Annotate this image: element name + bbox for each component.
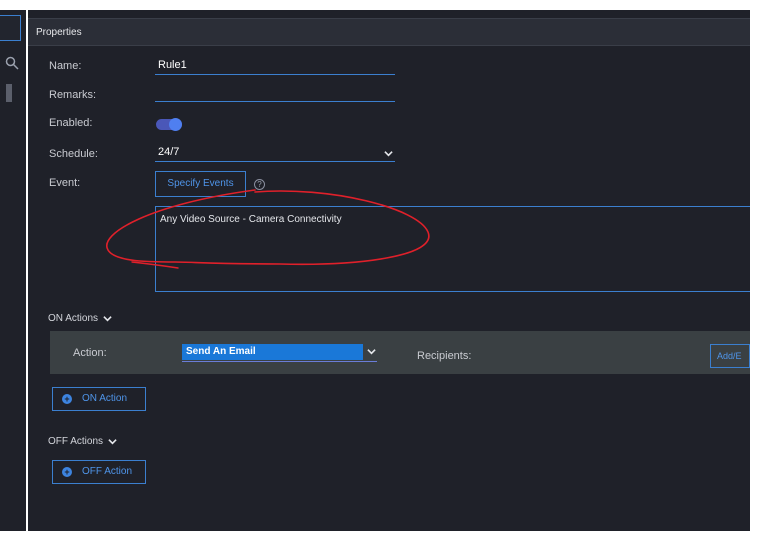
plus-circle-icon: +	[62, 467, 72, 477]
schedule-label: Schedule:	[49, 148, 98, 160]
plus-circle-icon: +	[62, 394, 72, 404]
on-action-row	[50, 331, 750, 374]
event-label: Event:	[49, 177, 81, 189]
event-list-item[interactable]: Any Video Source - Camera Connectivity	[160, 214, 342, 225]
name-label: Name:	[49, 60, 82, 72]
event-list[interactable]: Any Video Source - Camera Connectivity	[155, 206, 750, 292]
top-edge	[0, 0, 769, 10]
add-off-action-button[interactable]: + OFF Action	[52, 460, 146, 484]
help-icon[interactable]: ?	[254, 179, 265, 190]
search-icon[interactable]	[5, 56, 21, 72]
recipients-label: Recipients:	[417, 350, 472, 362]
schedule-value: 24/7	[158, 146, 180, 158]
specify-events-button[interactable]: Specify Events	[155, 171, 246, 197]
add-recipient-button[interactable]: Add/E	[710, 344, 750, 368]
off-actions-title: OFF Actions	[48, 436, 104, 447]
name-value: Rule1	[158, 59, 187, 71]
action-select-value: Send An Email	[186, 346, 256, 357]
left-sidebar	[0, 10, 26, 531]
chevron-down-icon	[384, 151, 393, 157]
action-select[interactable]: Send An Email	[182, 344, 377, 362]
remarks-label: Remarks:	[49, 89, 97, 101]
chevron-down-icon	[103, 315, 112, 322]
toggle-knob	[169, 118, 182, 131]
action-select-highlight: Send An Email	[182, 344, 363, 360]
properties-panel: Properties Name: Rule1 Remarks: Enabled:…	[28, 10, 750, 531]
remarks-field[interactable]	[155, 85, 395, 102]
sidebar-scrollbar[interactable]	[6, 84, 12, 102]
enabled-label: Enabled:	[49, 117, 93, 129]
add-on-action-button[interactable]: + ON Action	[52, 387, 146, 411]
schedule-select[interactable]: 24/7	[155, 145, 395, 162]
chevron-down-icon	[367, 349, 376, 355]
on-actions-title: ON Actions	[48, 313, 99, 324]
on-actions-header[interactable]: ON Actions	[48, 313, 112, 324]
action-label: Action:	[73, 347, 107, 359]
chevron-down-icon	[108, 438, 117, 445]
name-field[interactable]: Rule1	[155, 58, 395, 75]
off-actions-header[interactable]: OFF Actions	[48, 436, 117, 447]
panel-header: Properties	[28, 18, 750, 46]
panel-title: Properties	[36, 27, 82, 38]
enabled-toggle[interactable]	[156, 118, 182, 131]
add-on-action-label: ON Action	[82, 393, 128, 404]
add-off-action-label: OFF Action	[82, 466, 133, 477]
left-sidebar-tab[interactable]	[0, 15, 21, 41]
